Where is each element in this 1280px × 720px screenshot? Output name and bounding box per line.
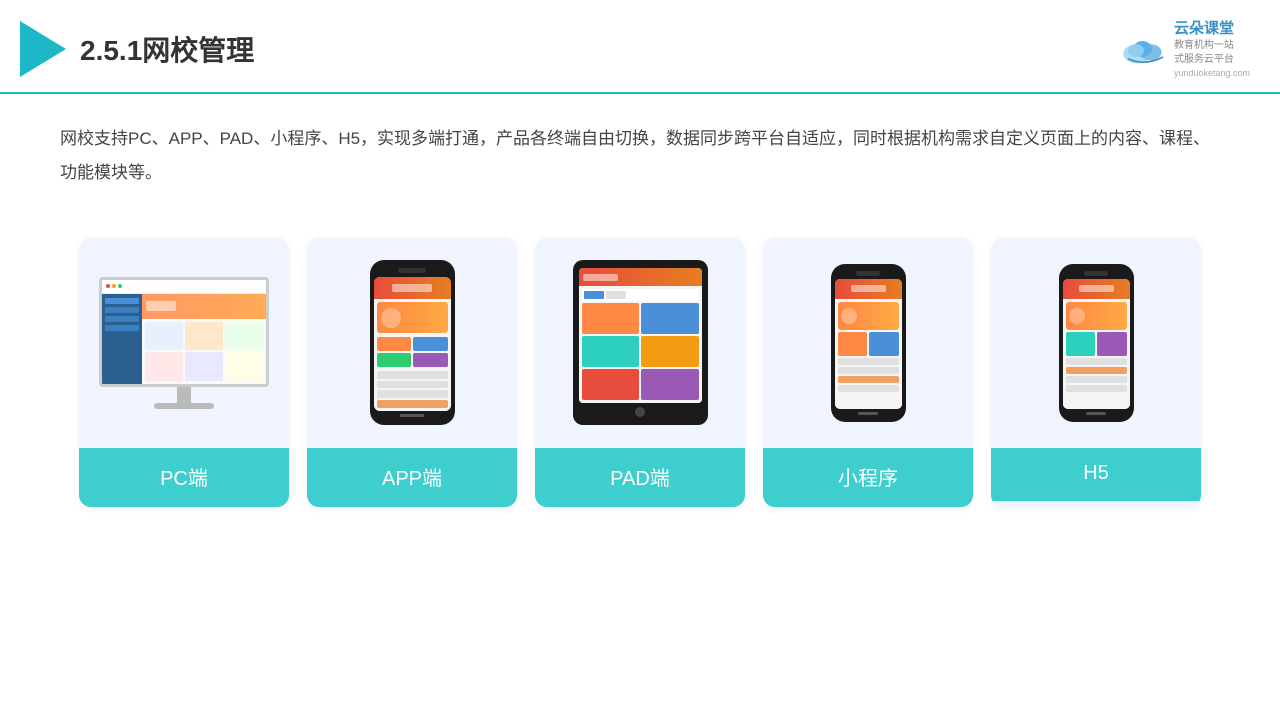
monitor-mockup bbox=[95, 277, 273, 409]
tablet-mockup bbox=[573, 260, 708, 425]
card-miniprogram-image bbox=[763, 238, 973, 448]
card-pc-image bbox=[79, 238, 289, 448]
header: 2.5.1网校管理 云朵课堂 教育机构一站 式服务云平台 yunduoketan… bbox=[0, 0, 1280, 94]
card-h5-image bbox=[991, 238, 1201, 448]
header-left: 2.5.1网校管理 bbox=[20, 21, 254, 77]
card-pad-label: PAD端 bbox=[535, 448, 745, 507]
card-pad: PAD端 bbox=[535, 238, 745, 507]
description-text: 网校支持PC、APP、PAD、小程序、H5，实现多端打通，产品各终端自由切换，数… bbox=[0, 94, 1280, 200]
card-pc: PC端 bbox=[79, 238, 289, 507]
brand-logo: 云朵课堂 教育机构一站 式服务云平台 yunduoketang.com bbox=[1120, 18, 1250, 80]
card-h5-label: H5 bbox=[991, 448, 1201, 501]
card-app-label: APP端 bbox=[307, 448, 517, 507]
card-h5: H5 bbox=[991, 238, 1201, 507]
monitor-screen bbox=[99, 277, 269, 387]
phone-mockup-h5 bbox=[1059, 264, 1134, 422]
header-right: 云朵课堂 教育机构一站 式服务云平台 yunduoketang.com bbox=[1120, 18, 1250, 80]
cloud-icon bbox=[1120, 31, 1168, 67]
card-pad-image bbox=[535, 238, 745, 448]
card-pc-label: PC端 bbox=[79, 448, 289, 507]
cards-container: PC端 bbox=[0, 210, 1280, 527]
phone-mockup-app bbox=[370, 260, 455, 425]
card-miniprogram-label: 小程序 bbox=[763, 448, 973, 507]
phone-mockup-mini bbox=[831, 264, 906, 422]
card-miniprogram: 小程序 bbox=[763, 238, 973, 507]
brand-text: 云朵课堂 教育机构一站 式服务云平台 yunduoketang.com bbox=[1174, 18, 1250, 80]
card-app-image bbox=[307, 238, 517, 448]
brand-name: 云朵课堂 bbox=[1174, 18, 1250, 39]
page-title: 2.5.1网校管理 bbox=[80, 29, 254, 69]
brand-url: yunduoketang.com bbox=[1174, 67, 1250, 80]
brand-tagline: 教育机构一站 式服务云平台 bbox=[1174, 39, 1250, 67]
card-app: APP端 bbox=[307, 238, 517, 507]
logo-triangle-icon bbox=[20, 21, 66, 77]
